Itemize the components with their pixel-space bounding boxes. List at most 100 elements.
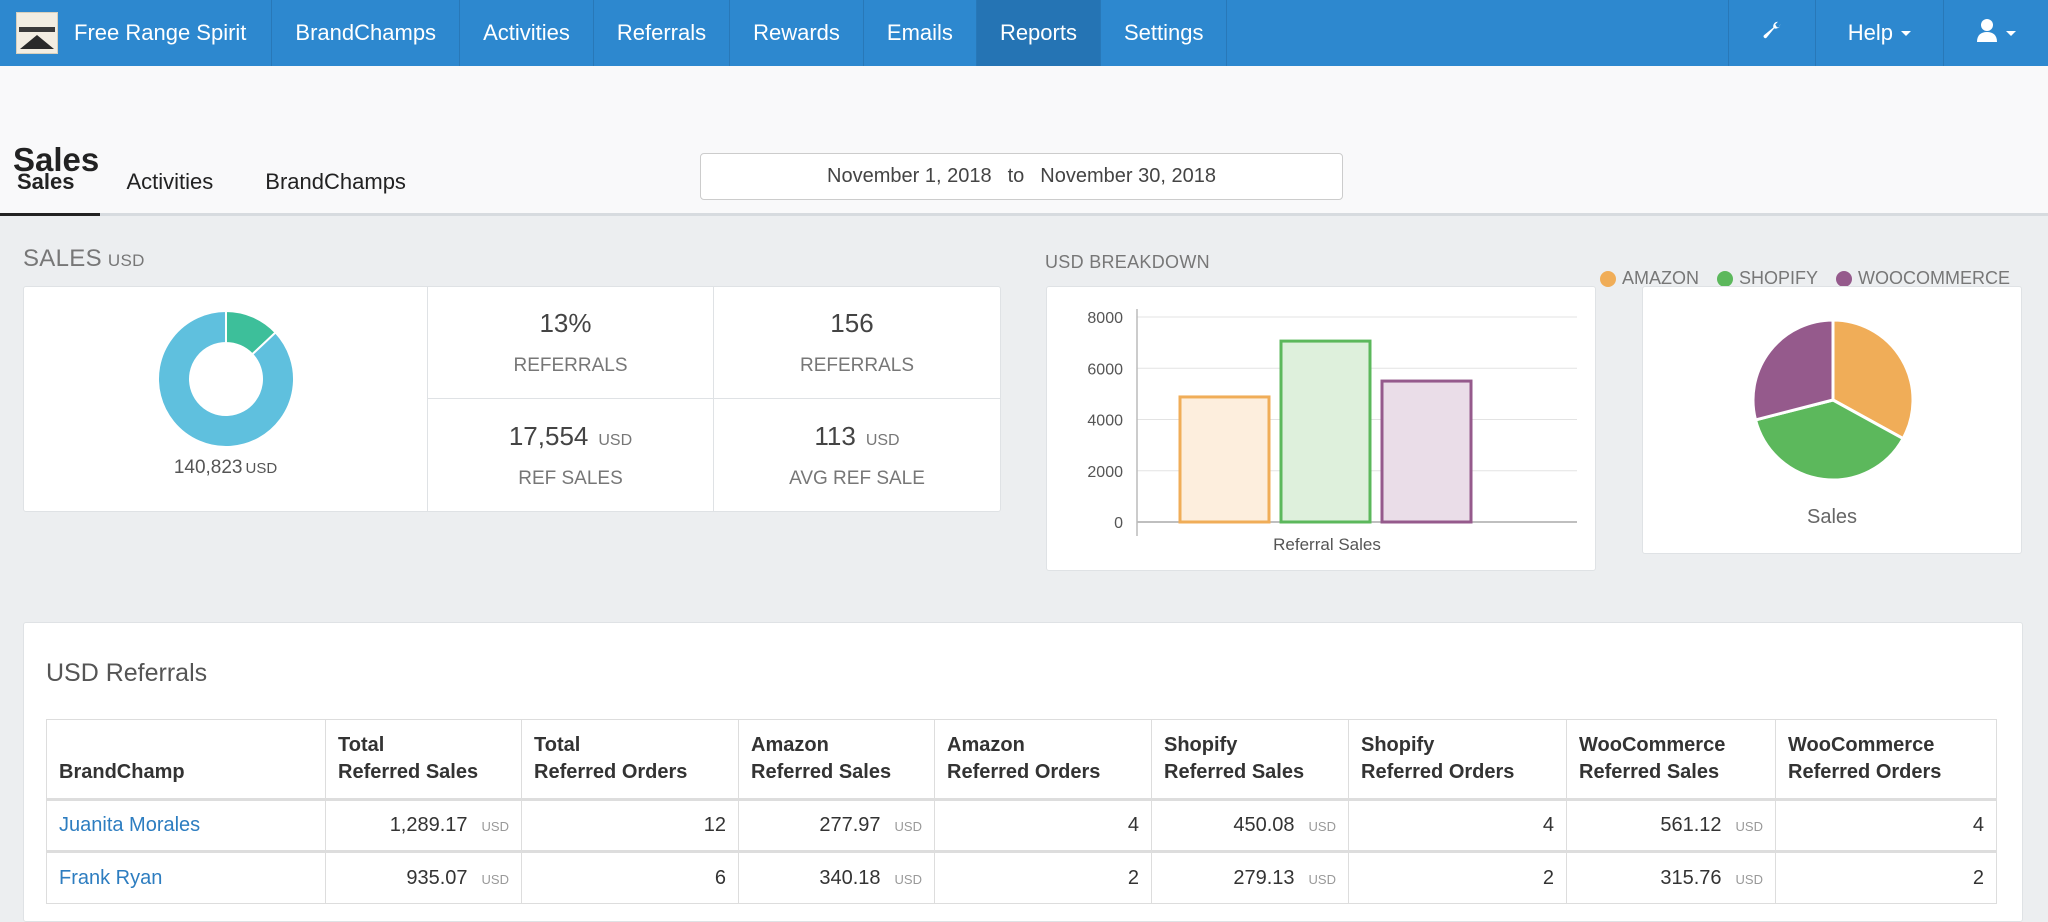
nav-item-referrals[interactable]: Referrals: [594, 0, 731, 66]
col-brandchamp[interactable]: BrandChamp: [46, 719, 326, 801]
user-menu[interactable]: [1944, 0, 2048, 66]
nav-item-rewards[interactable]: Rewards: [730, 0, 864, 66]
col-label-bottom: Referred Sales: [1579, 761, 1720, 783]
report-tabs: Sales Activities BrandChamps: [0, 169, 432, 216]
help-menu[interactable]: Help: [1816, 0, 1944, 66]
y-tick-label: 2000: [1087, 464, 1123, 481]
col-label-bottom: Referred Sales: [338, 761, 479, 783]
cell-value: 1,289.17: [389, 814, 468, 836]
tab-brandchamps[interactable]: BrandChamps: [265, 169, 406, 216]
referrals-table: BrandChamp Total Referred Sales Total Refe…: [46, 719, 1997, 904]
stat-value: 113: [814, 420, 856, 451]
cell-total-sales: 1,289.17 USD: [325, 799, 522, 852]
table-header-row: BrandChamp Total Referred Sales Total Refe…: [46, 719, 1997, 801]
sales-summary-panel: 140,823 USD 13% REFERRALS 156 REFERRALS 1…: [23, 286, 1001, 512]
col-total-sales[interactable]: Total Referred Sales: [325, 719, 522, 801]
col-shopify-orders[interactable]: Shopify Referred Orders: [1348, 719, 1567, 801]
cell-value: 315.76: [1660, 866, 1722, 889]
cell-amazon-sales: 340.18 USD: [738, 850, 935, 904]
sales-pie-chart: [1751, 318, 1915, 482]
cell-shopify-orders: 2: [1348, 850, 1567, 904]
date-from: November 1, 2018: [827, 165, 992, 187]
col-amazon-orders[interactable]: Amazon Referred Orders: [934, 719, 1152, 801]
col-label-bottom: Referred Orders: [534, 761, 688, 783]
col-label-bottom: Referred Sales: [1164, 761, 1305, 783]
stat-referral-percent: 13% REFERRALS: [428, 287, 714, 399]
tab-activities[interactable]: Activities: [127, 169, 214, 216]
total-sales-value: 140,823: [173, 457, 243, 478]
user-icon: [1976, 18, 1998, 48]
date-range-picker[interactable]: November 1, 2018 to November 30, 2018: [700, 153, 1343, 200]
col-woo-sales[interactable]: WooCommerce Referred Sales: [1566, 719, 1776, 801]
tools-button[interactable]: [1729, 0, 1816, 66]
legend-dot-woocommerce: [1836, 270, 1852, 287]
total-sales-currency: USD: [245, 460, 278, 477]
cell-value: 340.18: [819, 866, 881, 889]
total-sales: 140,823 USD: [174, 457, 277, 479]
legend-dot-amazon: [1599, 270, 1616, 287]
col-label-top: Amazon: [947, 734, 1025, 756]
usd-referrals-panel: USD Referrals BrandChamp Total Referred S…: [23, 622, 2023, 922]
cell-total-sales: 935.07 USD: [325, 850, 522, 904]
col-label-bottom: Referred Sales: [751, 761, 892, 783]
cell-total-orders: 12: [521, 799, 739, 852]
cell-woo-orders: 4: [1775, 799, 1997, 852]
col-label-top: Amazon: [751, 734, 829, 756]
nav-item-emails[interactable]: Emails: [864, 0, 977, 66]
brandchamp-link[interactable]: Frank Ryan: [46, 850, 326, 904]
cell-currency: USD: [1735, 871, 1763, 887]
col-label-bottom: Referred Orders: [1788, 761, 1942, 783]
top-navbar: Free Range Spirit BrandChamps Activities…: [0, 0, 2048, 66]
cell-woo-sales: 315.76 USD: [1566, 850, 1776, 904]
nav-item-settings[interactable]: Settings: [1101, 0, 1228, 66]
sales-label: SALES: [23, 245, 102, 272]
table-title: USD Referrals: [46, 659, 208, 687]
col-amazon-sales[interactable]: Amazon Referred Sales: [738, 719, 935, 801]
cell-shopify-sales: 279.13 USD: [1151, 850, 1349, 904]
stat-label: AVG REF SALE: [789, 467, 925, 489]
cell-woo-sales: 561.12 USD: [1566, 799, 1776, 852]
table-row: Frank Ryan 935.07 USD 6 340.18 USD 2 279.1…: [46, 850, 1997, 904]
cell-currency: USD: [894, 819, 922, 834]
pie-chart-panel: Sales: [1642, 286, 2022, 554]
cell-currency: USD: [481, 819, 509, 834]
brandchamp-link[interactable]: Juanita Morales: [46, 799, 326, 852]
col-total-orders[interactable]: Total Referred Orders: [521, 719, 739, 801]
table-row: Juanita Morales 1,289.17 USD 12 277.97 USD…: [46, 799, 1997, 852]
stat-label: REF SALES: [518, 467, 623, 489]
bar-woocommerce[interactable]: [1380, 379, 1473, 524]
col-woo-orders[interactable]: WooCommerce Referred Orders: [1775, 719, 1997, 801]
y-tick-label: 8000: [1087, 310, 1123, 327]
cell-value: 935.07: [406, 866, 468, 889]
bar-shopify[interactable]: [1279, 339, 1372, 524]
col-shopify-sales[interactable]: Shopify Referred Sales: [1151, 719, 1349, 801]
stat-value: 13%: [539, 308, 592, 338]
cell-total-orders: 6: [521, 850, 739, 904]
bar-amazon[interactable]: [1178, 395, 1271, 524]
cell-currency: USD: [894, 871, 922, 887]
cell-amazon-orders: 4: [934, 799, 1152, 852]
col-label-bottom: Referred Orders: [947, 761, 1101, 783]
nav-item-activities[interactable]: Activities: [460, 0, 594, 66]
help-label: Help: [1847, 20, 1893, 45]
date-separator: to: [1007, 165, 1025, 187]
brand-link[interactable]: Free Range Spirit: [0, 0, 273, 66]
page-header: Sales November 1, 2018 to November 30, 2…: [0, 66, 2048, 216]
cell-value: 450.08: [1233, 814, 1295, 836]
stat-avg-ref-sale: 113 USD AVG REF SALE: [714, 399, 1000, 511]
brand-logo: [16, 12, 58, 54]
cell-shopify-sales: 450.08 USD: [1151, 799, 1349, 852]
stat-ref-sales: 17,554 USD REF SALES: [428, 399, 714, 511]
cell-currency: USD: [1308, 819, 1336, 834]
col-label: BrandChamp: [59, 761, 185, 783]
chevron-down-icon: [2006, 30, 2016, 36]
referral-sales-bar-chart: 0 2000 4000 6000 8000 Referral Sales: [1087, 309, 1577, 554]
tab-sales[interactable]: Sales: [0, 169, 100, 216]
sales-donut-chart: [156, 309, 295, 448]
cell-woo-orders: 2: [1775, 850, 1997, 904]
stat-unit: USD: [865, 431, 900, 449]
breakdown-label: USD BREAKDOWN: [1045, 252, 1210, 272]
nav-item-reports[interactable]: Reports: [976, 0, 1101, 66]
cell-value: 277.97: [819, 814, 881, 836]
nav-item-brandchamps[interactable]: BrandChamps: [272, 0, 461, 66]
